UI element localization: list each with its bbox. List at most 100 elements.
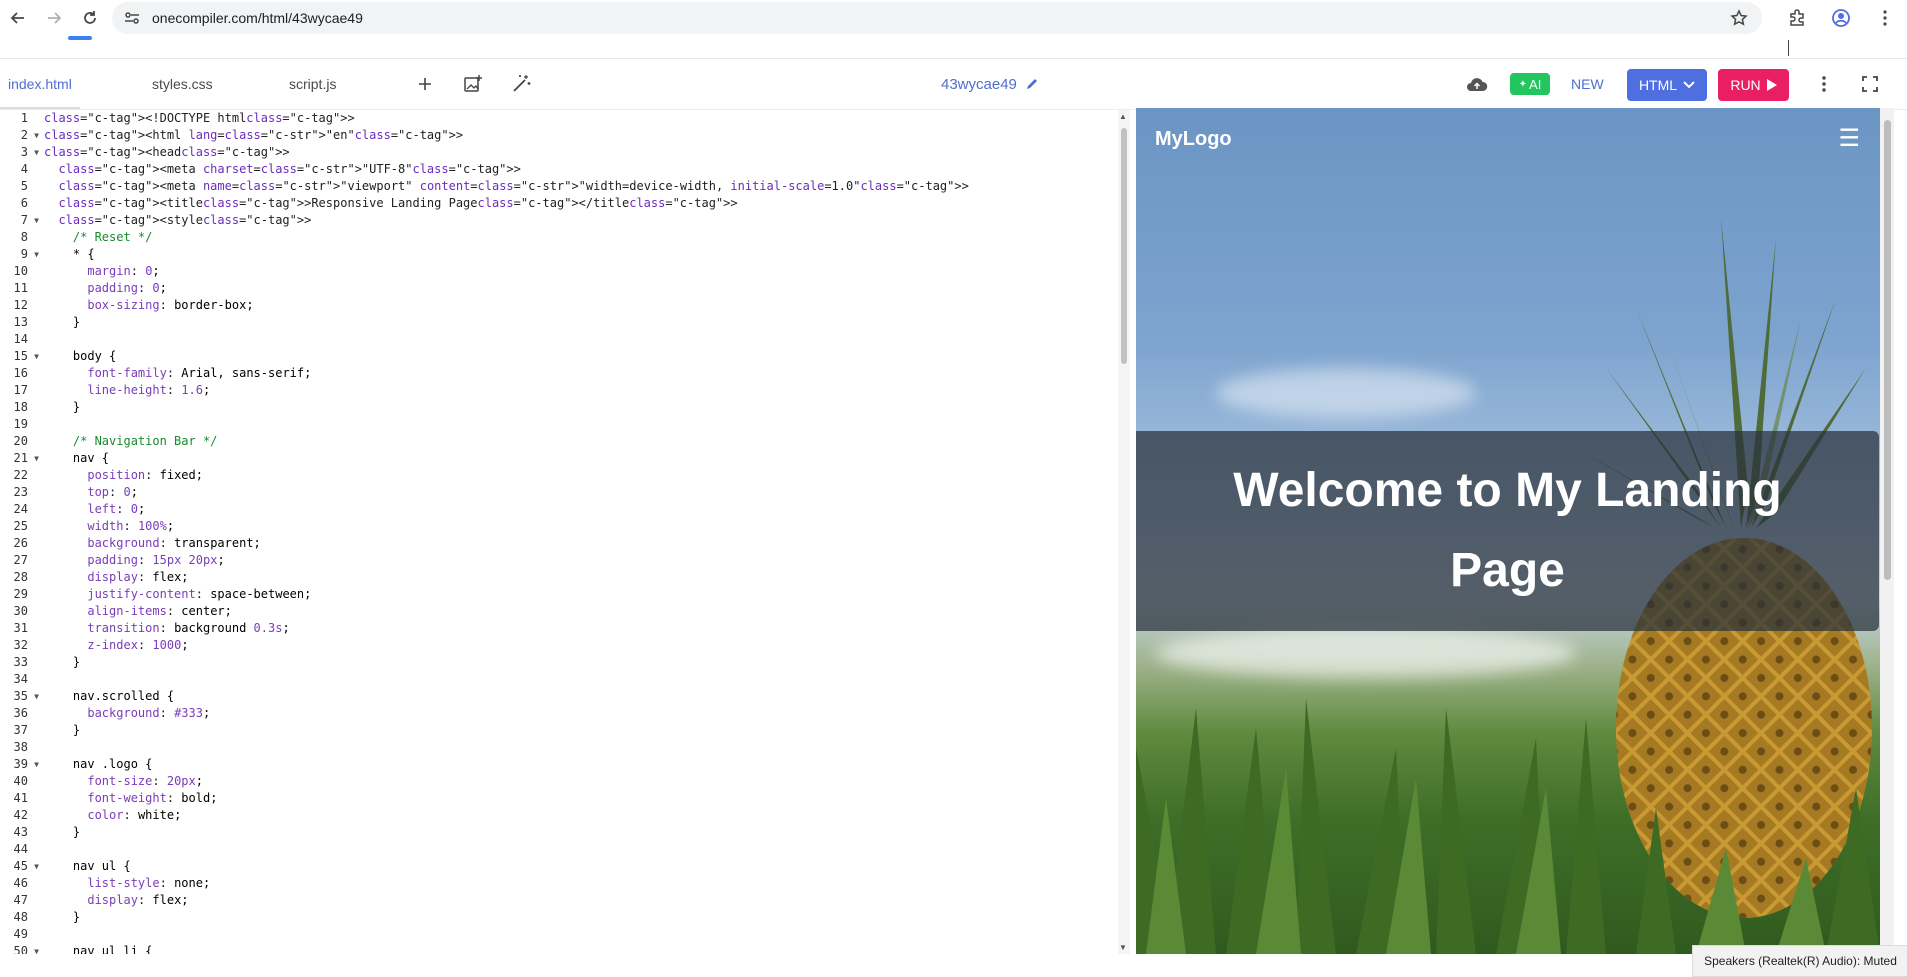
code-line[interactable]: width: 100%;: [44, 518, 1104, 535]
edit-pencil-icon[interactable]: [1025, 77, 1039, 91]
code-line[interactable]: [44, 331, 1104, 348]
code-line[interactable]: class="c-tag"><meta name=class="c-str">"…: [44, 178, 1104, 195]
preview-scrollbar[interactable]: [1880, 108, 1894, 954]
language-select[interactable]: HTML: [1627, 69, 1707, 101]
code-line[interactable]: }: [44, 824, 1104, 841]
code-line[interactable]: nav ul {: [44, 858, 1104, 875]
fold-arrow-icon[interactable]: ▼: [34, 144, 39, 161]
code-line[interactable]: }: [44, 314, 1104, 331]
code-line[interactable]: [44, 671, 1104, 688]
code-line[interactable]: background: transparent;: [44, 535, 1104, 552]
fold-arrow-icon[interactable]: ▼: [34, 450, 39, 467]
hamburger-icon[interactable]: ☰: [1838, 124, 1860, 153]
code-line[interactable]: * {: [44, 246, 1104, 263]
reload-button[interactable]: [72, 0, 108, 36]
ai-button[interactable]: ✦ AI: [1510, 73, 1550, 95]
code-line[interactable]: z-index: 1000;: [44, 637, 1104, 654]
line-number: 48: [0, 909, 40, 926]
code-line[interactable]: nav ul li {: [44, 943, 1104, 954]
profile-icon[interactable]: [1819, 0, 1863, 36]
scroll-down-arrow-icon[interactable]: ▼: [1119, 943, 1127, 952]
code-line[interactable]: }: [44, 722, 1104, 739]
browser-menu-icon[interactable]: [1863, 0, 1907, 36]
fold-arrow-icon[interactable]: ▼: [34, 943, 39, 954]
scroll-up-arrow-icon[interactable]: ▲: [1119, 112, 1127, 121]
play-icon: [1766, 79, 1777, 91]
editor-scrollbar-thumb[interactable]: [1121, 128, 1127, 364]
code-line[interactable]: justify-content: space-between;: [44, 586, 1104, 603]
code-line[interactable]: box-sizing: border-box;: [44, 297, 1104, 314]
fold-arrow-icon[interactable]: ▼: [34, 858, 39, 875]
bookmark-star-icon[interactable]: [1730, 9, 1748, 32]
editor-scrollbar[interactable]: ▲ ▼: [1118, 110, 1130, 954]
forward-button[interactable]: [36, 0, 72, 36]
code-line[interactable]: [44, 739, 1104, 756]
code-line[interactable]: class="c-tag"><styleclass="c-tag">>: [44, 212, 1104, 229]
tab-index-html[interactable]: index.html: [0, 59, 80, 109]
tab-styles-css[interactable]: styles.css: [152, 59, 213, 109]
line-number: 46: [0, 875, 40, 892]
code-line[interactable]: [44, 841, 1104, 858]
code-line[interactable]: position: fixed;: [44, 467, 1104, 484]
code-line[interactable]: }: [44, 909, 1104, 926]
code-line[interactable]: class="c-tag"><html lang=class="c-str">"…: [44, 127, 1104, 144]
code-line[interactable]: /* Reset */: [44, 229, 1104, 246]
code-line[interactable]: /* Navigation Bar */: [44, 433, 1104, 450]
code-line[interactable]: body {: [44, 348, 1104, 365]
code-line[interactable]: class="c-tag"><meta charset=class="c-str…: [44, 161, 1104, 178]
extensions-icon[interactable]: [1775, 0, 1819, 36]
code-line[interactable]: [44, 926, 1104, 943]
fold-arrow-icon[interactable]: ▼: [34, 246, 39, 263]
code-line[interactable]: margin: 0;: [44, 263, 1104, 280]
run-button[interactable]: RUN: [1718, 69, 1789, 101]
code-line[interactable]: left: 0;: [44, 501, 1104, 518]
project-name[interactable]: 43wycae49: [941, 59, 1039, 109]
code-line[interactable]: nav .logo {: [44, 756, 1104, 773]
fold-arrow-icon[interactable]: ▼: [34, 348, 39, 365]
preview-scrollbar-thumb[interactable]: [1884, 120, 1891, 580]
code-line[interactable]: background: #333;: [44, 705, 1104, 722]
fold-arrow-icon[interactable]: ▼: [34, 212, 39, 229]
site-settings-icon[interactable]: [124, 11, 140, 25]
code-content[interactable]: class="c-tag"><!DOCTYPE htmlclass="c-tag…: [44, 110, 1104, 954]
fold-arrow-icon[interactable]: ▼: [34, 127, 39, 144]
new-button[interactable]: NEW: [1571, 59, 1604, 109]
code-line[interactable]: nav {: [44, 450, 1104, 467]
line-number: 5: [0, 178, 40, 195]
magic-wand-icon[interactable]: [509, 72, 533, 96]
code-line[interactable]: }: [44, 654, 1104, 671]
code-line[interactable]: font-size: 20px;: [44, 773, 1104, 790]
code-editor[interactable]: 1 2 ▼ 3 ▼ 4 5 6 7 ▼ 8 9 ▼ 10 11 12 13 14 15 ▼ 16 17 18 19 20 21 ▼ 2…: [0, 110, 1120, 954]
back-button[interactable]: [0, 0, 36, 36]
fullscreen-icon[interactable]: [1858, 72, 1882, 96]
code-line[interactable]: font-family: Arial, sans-serif;: [44, 365, 1104, 382]
code-line[interactable]: class="c-tag"><headclass="c-tag">>: [44, 144, 1104, 161]
fold-arrow-icon[interactable]: ▼: [34, 688, 39, 705]
code-line[interactable]: padding: 0;: [44, 280, 1104, 297]
cloud-upload-icon[interactable]: [1465, 72, 1489, 96]
code-line[interactable]: display: flex;: [44, 569, 1104, 586]
code-line[interactable]: font-weight: bold;: [44, 790, 1104, 807]
code-line[interactable]: line-height: 1.6;: [44, 382, 1104, 399]
upload-image-icon[interactable]: [461, 72, 485, 96]
code-line[interactable]: [44, 416, 1104, 433]
address-bar[interactable]: onecompiler.com/html/43wycae49: [112, 2, 1762, 34]
code-line[interactable]: color: white;: [44, 807, 1104, 824]
more-options-icon[interactable]: [1812, 72, 1836, 96]
line-number-text: 10: [13, 264, 28, 278]
code-line[interactable]: class="c-tag"><titleclass="c-tag">>Respo…: [44, 195, 1104, 212]
add-file-icon[interactable]: [413, 72, 437, 96]
code-line[interactable]: class="c-tag"><!DOCTYPE htmlclass="c-tag…: [44, 110, 1104, 127]
code-line[interactable]: align-items: center;: [44, 603, 1104, 620]
code-line[interactable]: list-style: none;: [44, 875, 1104, 892]
url-text[interactable]: onecompiler.com/html/43wycae49: [152, 10, 363, 26]
code-line[interactable]: }: [44, 399, 1104, 416]
tab-script-js[interactable]: script.js: [289, 59, 336, 109]
code-line[interactable]: nav.scrolled {: [44, 688, 1104, 705]
code-line[interactable]: display: flex;: [44, 892, 1104, 909]
preview-logo[interactable]: MyLogo: [1155, 128, 1232, 151]
code-line[interactable]: top: 0;: [44, 484, 1104, 501]
fold-arrow-icon[interactable]: ▼: [34, 756, 39, 773]
code-line[interactable]: padding: 15px 20px;: [44, 552, 1104, 569]
code-line[interactable]: transition: background 0.3s;: [44, 620, 1104, 637]
